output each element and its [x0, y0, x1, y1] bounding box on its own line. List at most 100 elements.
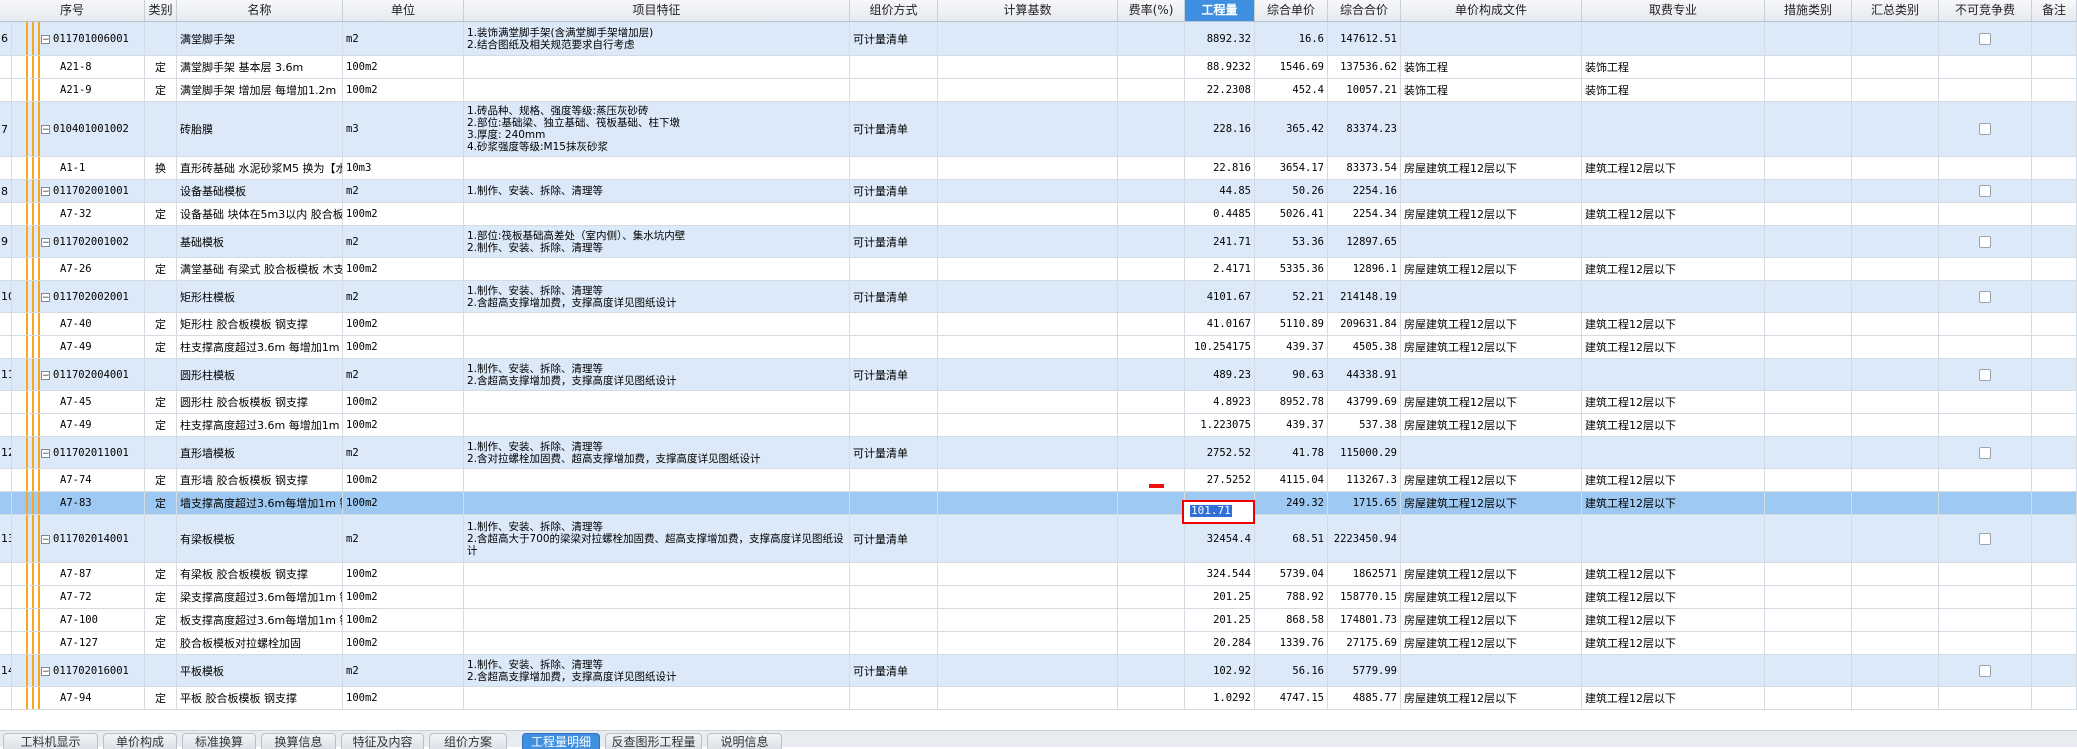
cell-file[interactable]	[1401, 655, 1582, 686]
quota-row[interactable]: A21-9 定满堂脚手架 增加层 每增加1.2m 100m2 22.2308 452.4…	[0, 79, 2077, 102]
header-summary[interactable]: 汇总类别	[1852, 0, 1939, 21]
cell-rate[interactable]	[1118, 226, 1185, 257]
cell-remark[interactable]	[2032, 336, 2077, 358]
cell-unit[interactable]: 100m2	[343, 414, 464, 436]
cell-pricing[interactable]	[850, 56, 938, 78]
cell-name[interactable]: 直形墙模板	[177, 437, 343, 468]
cell-file[interactable]	[1401, 180, 1582, 202]
cell-remark[interactable]	[2032, 157, 2077, 179]
cell-name[interactable]: 砖胎膜	[177, 102, 343, 156]
cell-total[interactable]: 83373.54	[1328, 157, 1401, 179]
cell-measure[interactable]	[1765, 414, 1852, 436]
cell-summary[interactable]	[1852, 492, 1939, 514]
cell-total[interactable]: 12897.65	[1328, 226, 1401, 257]
cell-summary[interactable]	[1852, 313, 1939, 335]
cell-base[interactable]	[938, 586, 1118, 608]
cell-cat[interactable]: 定	[145, 313, 177, 335]
quota-row[interactable]: A21-8 定满堂脚手架 基本层 3.6m 100m2 88.9232 1546.69 1…	[0, 56, 2077, 79]
cell-cat[interactable]	[145, 22, 177, 55]
cell-nocomp[interactable]	[1939, 102, 2032, 156]
cell-base[interactable]	[938, 56, 1118, 78]
cell-nocomp[interactable]	[1939, 157, 2032, 179]
cell-uprice[interactable]: 5026.41	[1255, 203, 1328, 225]
cell-pricing[interactable]	[850, 258, 938, 280]
cell-seq[interactable]: 9	[0, 226, 12, 257]
cell-code[interactable]: A21-8	[12, 56, 145, 78]
cell-cat[interactable]: 定	[145, 56, 177, 78]
cell-file[interactable]	[1401, 359, 1582, 390]
cell-cat[interactable]: 定	[145, 492, 177, 514]
cell-measure[interactable]	[1765, 687, 1852, 709]
cell-feature[interactable]	[464, 492, 850, 514]
cell-file[interactable]	[1401, 437, 1582, 468]
cell-measure[interactable]	[1765, 515, 1852, 562]
cell-feature[interactable]: 1.制作、安装、拆除、清理等 2.含超高支撑增加费，支撑高度详见图纸设计	[464, 281, 850, 312]
cell-base[interactable]	[938, 336, 1118, 358]
no-competition-checkbox[interactable]	[1979, 185, 1991, 197]
cell-nocomp[interactable]	[1939, 79, 2032, 101]
cell-remark[interactable]	[2032, 492, 2077, 514]
cell-nocomp[interactable]	[1939, 563, 2032, 585]
cell-unit[interactable]: m2	[343, 22, 464, 55]
cell-prof[interactable]	[1582, 226, 1765, 257]
cell-unit[interactable]: 100m2	[343, 313, 464, 335]
cell-prof[interactable]	[1582, 655, 1765, 686]
cell-unit[interactable]: m2	[343, 281, 464, 312]
cell-seq[interactable]: 13	[0, 515, 12, 562]
cell-name[interactable]: 有梁板模板	[177, 515, 343, 562]
cell-qty[interactable]: 201.25	[1185, 586, 1255, 608]
cell-rate[interactable]	[1118, 492, 1185, 514]
header-pricing[interactable]: 组价方式	[850, 0, 938, 21]
cell-unit[interactable]: m2	[343, 226, 464, 257]
cell-uprice[interactable]: 788.92	[1255, 586, 1328, 608]
cell-rate[interactable]	[1118, 586, 1185, 608]
cell-total[interactable]: 113267.3	[1328, 469, 1401, 491]
cell-rate[interactable]	[1118, 22, 1185, 55]
cell-rate[interactable]	[1118, 437, 1185, 468]
header-file[interactable]: 单价构成文件	[1401, 0, 1582, 21]
cell-code[interactable]: −011702014001	[12, 515, 145, 562]
cell-measure[interactable]	[1765, 56, 1852, 78]
no-competition-checkbox[interactable]	[1979, 290, 1991, 303]
cell-qty[interactable]: 22.816	[1185, 157, 1255, 179]
cell-nocomp[interactable]	[1939, 359, 2032, 390]
tab-8[interactable]: 说明信息	[707, 733, 782, 749]
cell-pricing[interactable]	[850, 469, 938, 491]
cell-base[interactable]	[938, 102, 1118, 156]
cell-total[interactable]: 12896.1	[1328, 258, 1401, 280]
cell-qty[interactable]: 228.16	[1185, 102, 1255, 156]
cell-rate[interactable]	[1118, 56, 1185, 78]
quota-row[interactable]: A7-127 定胶合板模板对拉螺栓加固 100m2 20.284 1339.76 2717…	[0, 632, 2077, 655]
collapse-toggle-icon[interactable]: −	[41, 292, 50, 302]
cell-unit[interactable]: 100m2	[343, 687, 464, 709]
cell-prof[interactable]: 建筑工程12层以下	[1582, 586, 1765, 608]
quota-row[interactable]: A7-26 定满堂基础 有梁式 胶合板模板 木支撑 100m2 2.4171 5335.…	[0, 258, 2077, 281]
cell-code[interactable]: −011702001001	[12, 180, 145, 202]
cell-rate[interactable]	[1118, 313, 1185, 335]
cell-remark[interactable]	[2032, 609, 2077, 631]
cell-remark[interactable]	[2032, 391, 2077, 413]
cell-file[interactable]	[1401, 22, 1582, 55]
cell-nocomp[interactable]	[1939, 22, 2032, 55]
cell-code[interactable]: −011702016001	[12, 655, 145, 686]
cell-name[interactable]: 满堂脚手架	[177, 22, 343, 55]
cell-pricing[interactable]	[850, 336, 938, 358]
cell-qty[interactable]: 324.544	[1185, 563, 1255, 585]
cell-base[interactable]	[938, 203, 1118, 225]
cell-remark[interactable]	[2032, 414, 2077, 436]
cell-pricing[interactable]: 可计量清单	[850, 226, 938, 257]
cell-rate[interactable]	[1118, 102, 1185, 156]
cell-file[interactable]	[1401, 515, 1582, 562]
cell-uprice[interactable]: 5110.89	[1255, 313, 1328, 335]
cell-code[interactable]: −011702004001	[12, 359, 145, 390]
cell-prof[interactable]: 建筑工程12层以下	[1582, 391, 1765, 413]
no-competition-checkbox[interactable]	[1979, 235, 1991, 248]
cell-seq[interactable]	[0, 258, 12, 280]
cell-code[interactable]: A7-49	[12, 414, 145, 436]
cell-nocomp[interactable]	[1939, 56, 2032, 78]
cell-seq[interactable]	[0, 469, 12, 491]
cell-prof[interactable]: 建筑工程12层以下	[1582, 609, 1765, 631]
cell-total[interactable]: 5779.99	[1328, 655, 1401, 686]
cell-file[interactable]: 房屋建筑工程12层以下	[1401, 632, 1582, 654]
cell-measure[interactable]	[1765, 469, 1852, 491]
